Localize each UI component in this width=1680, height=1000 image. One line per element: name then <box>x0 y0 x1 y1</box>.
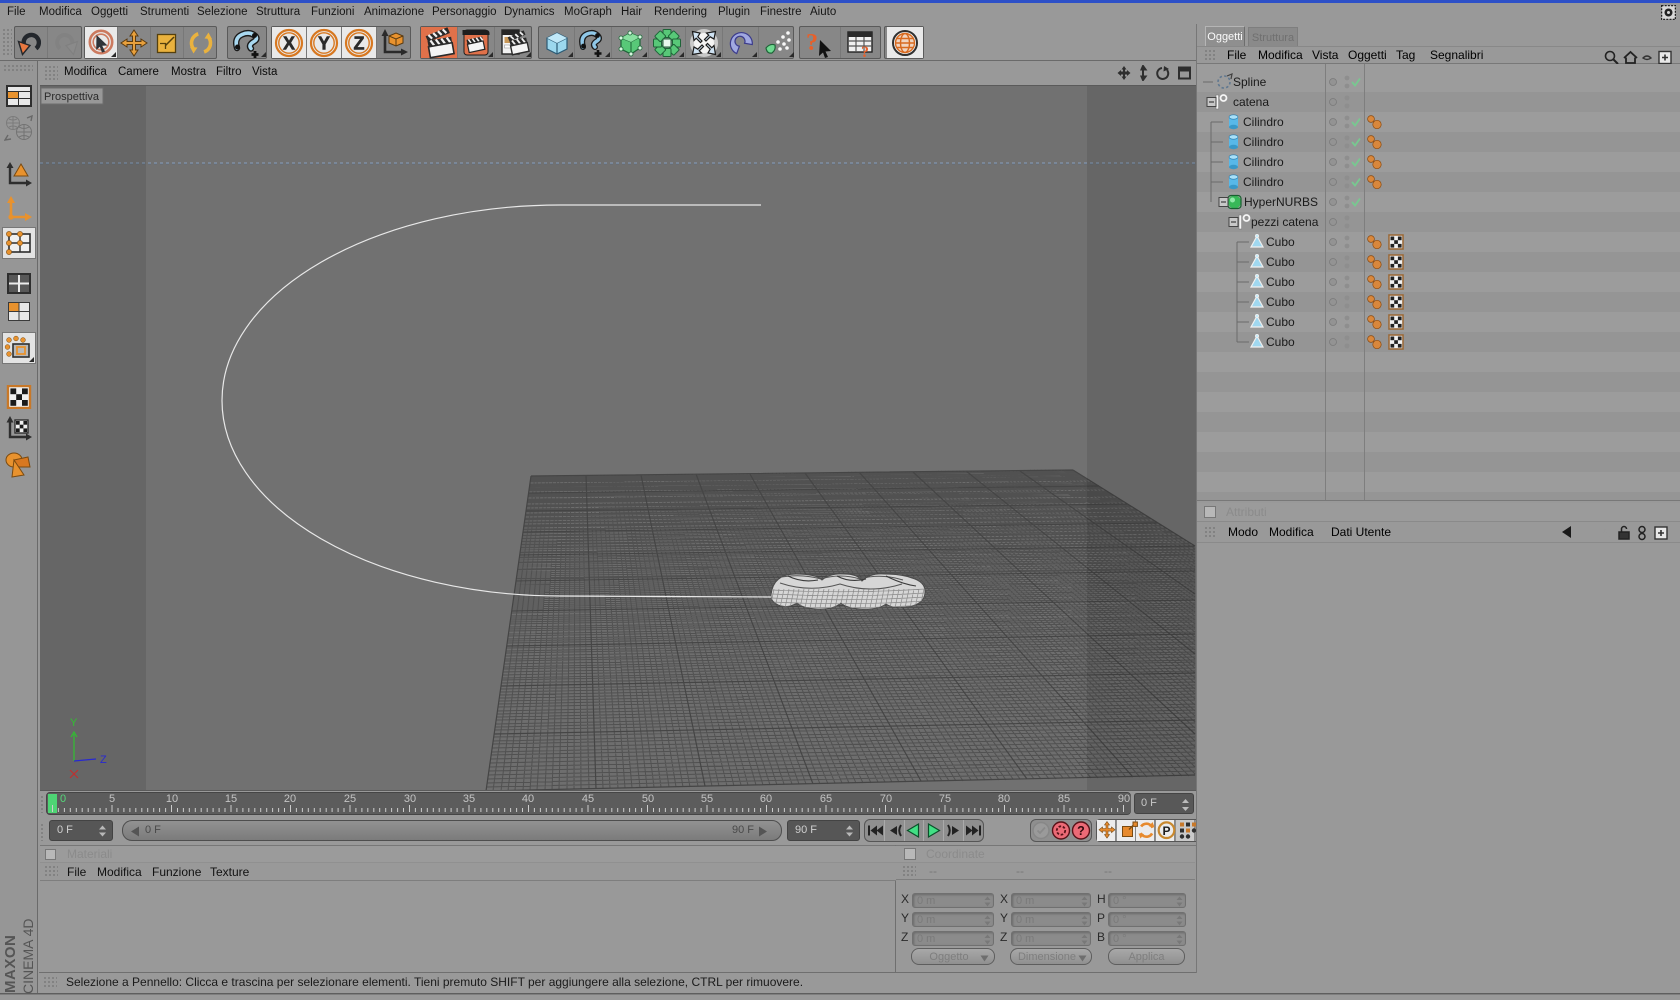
svg-text:15: 15 <box>225 793 237 805</box>
svg-text:25: 25 <box>344 793 356 805</box>
svg-text:65: 65 <box>820 793 832 805</box>
svg-text:pezzi catena: pezzi catena <box>1251 215 1319 229</box>
svg-text:Cilindro: Cilindro <box>1243 175 1284 189</box>
svg-text:X: X <box>283 33 295 53</box>
svg-text:Cilindro: Cilindro <box>1243 155 1284 169</box>
svg-text:35: 35 <box>463 793 475 805</box>
svg-text:Cubo: Cubo <box>1266 255 1295 269</box>
svg-text:A: A <box>1601 525 1610 540</box>
svg-text:P: P <box>1162 824 1170 838</box>
svg-text:50: 50 <box>642 793 654 805</box>
svg-text:55: 55 <box>701 793 713 805</box>
svg-text:5: 5 <box>109 793 115 805</box>
svg-text:20: 20 <box>284 793 296 805</box>
svg-text:Cilindro: Cilindro <box>1243 135 1284 149</box>
svg-text:HyperNURBS: HyperNURBS <box>1244 195 1318 209</box>
svg-text:40: 40 <box>522 793 534 805</box>
svg-text:Y: Y <box>70 717 78 729</box>
svg-text:Cubo: Cubo <box>1266 275 1295 289</box>
svg-text:75: 75 <box>939 793 951 805</box>
svg-text:CINEMA 4D: CINEMA 4D <box>20 919 36 994</box>
svg-text:?: ? <box>806 30 818 56</box>
svg-text:Y: Y <box>318 33 330 53</box>
svg-text:70: 70 <box>880 793 892 805</box>
svg-text:90: 90 <box>1118 793 1130 805</box>
svg-text:Spline: Spline <box>1233 75 1267 89</box>
svg-text:MAXON: MAXON <box>2 935 19 993</box>
svg-text:45: 45 <box>582 793 594 805</box>
svg-text:Cubo: Cubo <box>1266 235 1295 249</box>
svg-text:0: 0 <box>60 793 66 805</box>
svg-text:Cilindro: Cilindro <box>1243 115 1284 129</box>
svg-text:Cubo: Cubo <box>1266 315 1295 329</box>
svg-text:catena: catena <box>1233 95 1269 109</box>
svg-text:10: 10 <box>166 793 178 805</box>
svg-text:60: 60 <box>760 793 772 805</box>
svg-text:?: ? <box>1077 824 1085 838</box>
svg-text:80: 80 <box>998 793 1010 805</box>
svg-text:Z: Z <box>100 754 107 766</box>
svg-text:Z: Z <box>354 33 365 53</box>
svg-text:Cubo: Cubo <box>1266 295 1295 309</box>
svg-text:30: 30 <box>404 793 416 805</box>
svg-text:?: ? <box>861 44 869 58</box>
svg-text:Cubo: Cubo <box>1266 335 1295 349</box>
svg-text:Prospettiva: Prospettiva <box>44 91 100 103</box>
svg-text:85: 85 <box>1058 793 1070 805</box>
